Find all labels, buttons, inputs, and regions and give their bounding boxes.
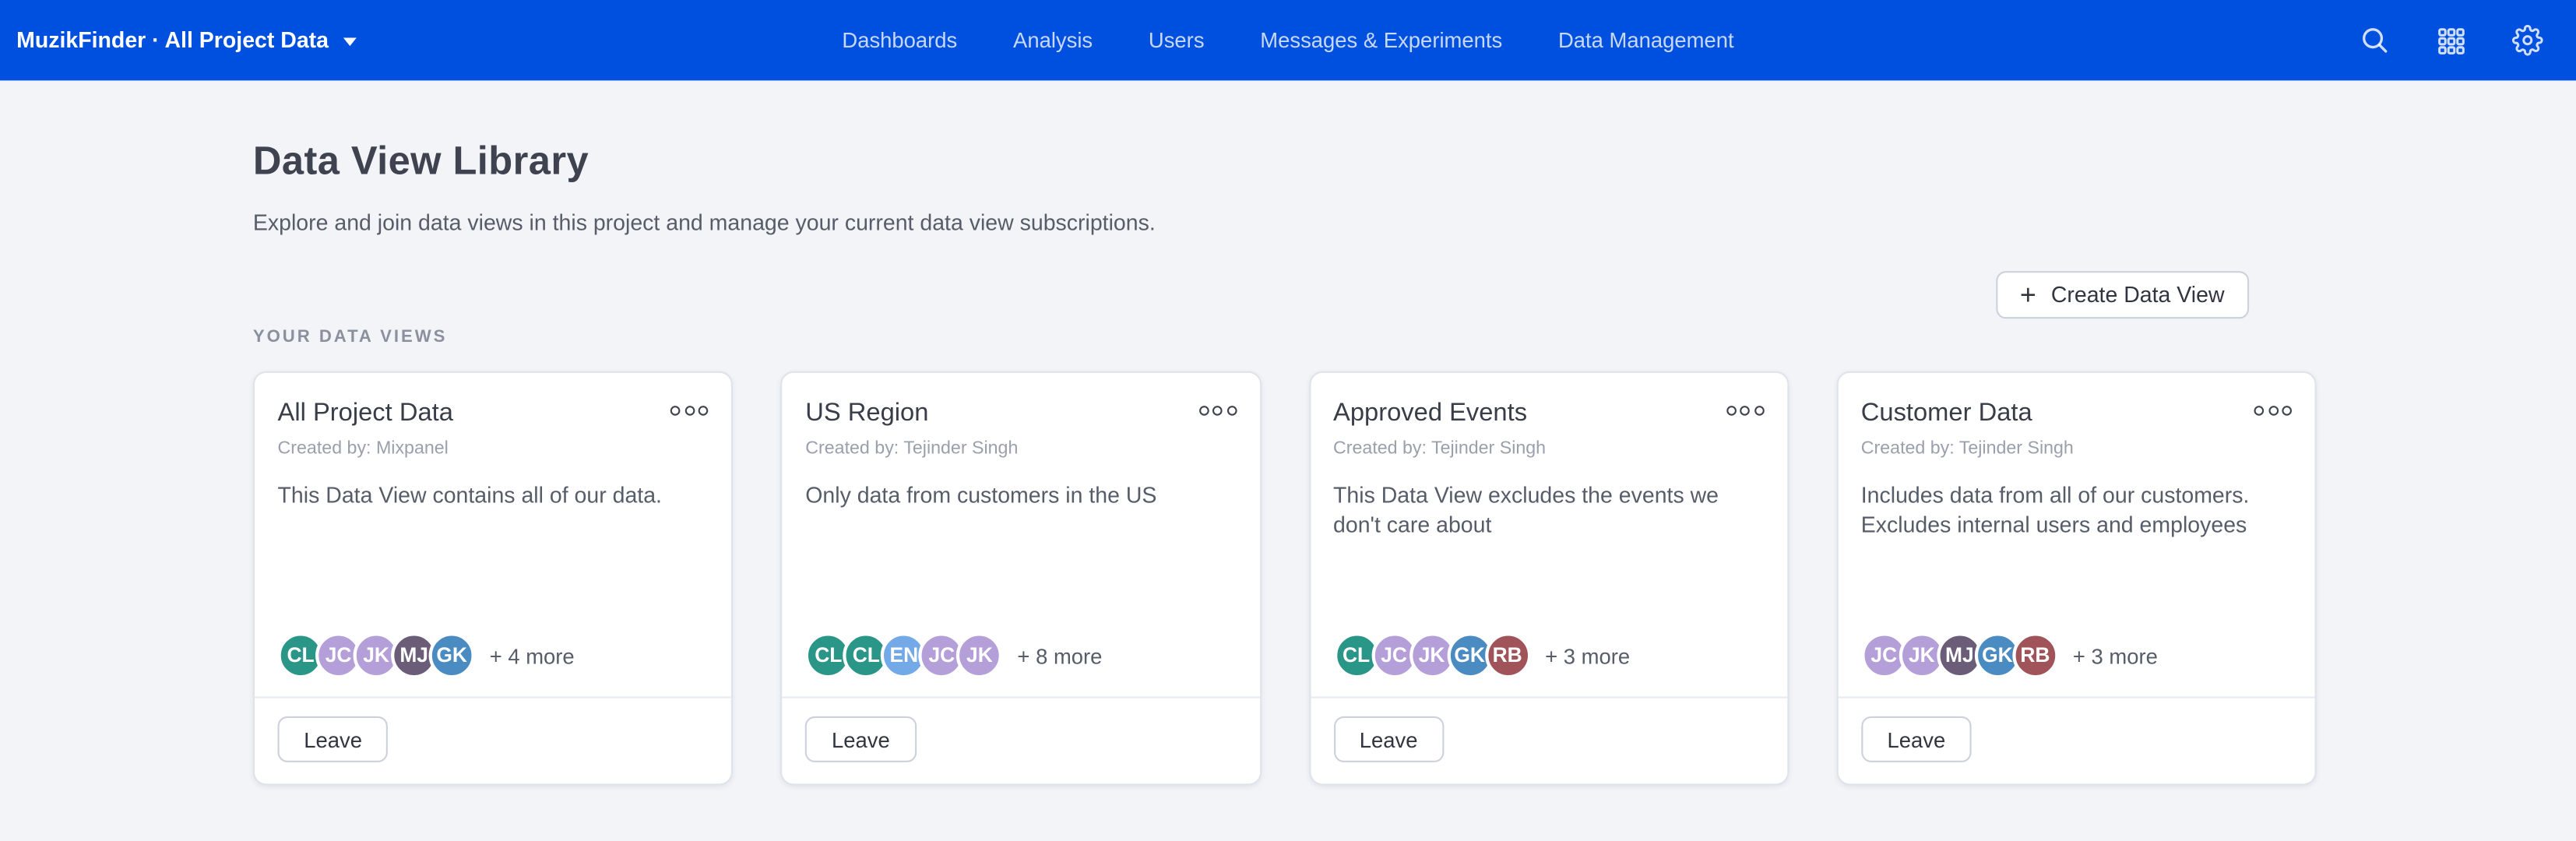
more-members-label: + 3 more <box>2073 643 2158 668</box>
more-members-label: + 8 more <box>1017 643 1102 668</box>
card-spacer <box>255 512 731 633</box>
menu-dot-icon <box>1198 406 1209 416</box>
data-view-card: Customer Data Created by: Tejinder Singh… <box>1836 371 2317 786</box>
card-spacer <box>1838 541 2314 632</box>
page-subtitle: Explore and join data views in this proj… <box>253 210 2317 235</box>
card-header: All Project Data <box>255 373 731 429</box>
create-data-view-button[interactable]: + Create Data View <box>1995 271 2249 318</box>
nav-item-dashboards[interactable]: Dashboards <box>842 28 957 53</box>
card-overflow-menu-icon[interactable] <box>2254 399 2293 423</box>
menu-dot-icon <box>2268 406 2278 416</box>
leave-button[interactable]: Leave <box>1861 716 1972 762</box>
card-footer: Leave <box>783 697 1259 784</box>
leave-button[interactable]: Leave <box>278 716 389 762</box>
top-navbar: MuzikFinder · All Project Data Dashboard… <box>0 0 2576 80</box>
apps-grid-icon[interactable] <box>2437 26 2466 55</box>
project-selector[interactable]: MuzikFinder · All Project Data <box>16 28 357 53</box>
card-title: All Project Data <box>278 399 453 429</box>
data-view-cards: All Project Data Created by: Mixpanel Th… <box>253 371 2317 786</box>
member-avatar-row: CL CL EN JC JK + 8 more <box>783 632 1259 678</box>
menu-dot-icon <box>2282 406 2292 416</box>
app-root: MuzikFinder · All Project Data Dashboard… <box>0 0 2576 841</box>
card-title: Customer Data <box>1861 399 2032 429</box>
data-view-card: Approved Events Created by: Tejinder Sin… <box>1308 371 1789 786</box>
leave-button[interactable]: Leave <box>1333 716 1444 762</box>
create-data-view-label: Create Data View <box>2051 283 2225 308</box>
settings-gear-icon[interactable] <box>2512 25 2543 56</box>
card-description: This Data View contains all of our data. <box>255 459 731 512</box>
menu-dot-icon <box>684 406 695 416</box>
card-overflow-menu-icon[interactable] <box>1198 399 1237 423</box>
card-footer: Leave <box>1310 697 1786 784</box>
card-description: This Data View excludes the events we do… <box>1310 459 1786 541</box>
primary-nav: Dashboards Analysis Users Messages & Exp… <box>842 28 1733 53</box>
menu-dot-icon <box>1212 406 1223 416</box>
card-title: Approved Events <box>1333 399 1527 429</box>
card-header: US Region <box>783 373 1259 429</box>
member-avatar-row: CL JC JK GK RB + 3 more <box>1310 632 1786 678</box>
card-footer: Leave <box>1838 697 2314 784</box>
leave-button[interactable]: Leave <box>805 716 916 762</box>
card-header: Approved Events <box>1310 373 1786 429</box>
card-overflow-menu-icon[interactable] <box>1726 399 1765 423</box>
nav-item-users[interactable]: Users <box>1149 28 1205 53</box>
data-view-card: All Project Data Created by: Mixpanel Th… <box>253 371 734 786</box>
card-title: US Region <box>805 399 928 429</box>
more-members-label: + 3 more <box>1545 643 1630 668</box>
card-overflow-menu-icon[interactable] <box>670 399 709 423</box>
card-created-by: Created by: Tejinder Singh <box>1838 429 2314 459</box>
page-title: Data View Library <box>253 139 2317 185</box>
avatar: JK <box>956 632 1002 678</box>
plus-icon: + <box>2020 280 2036 308</box>
data-view-card: US Region Created by: Tejinder Singh Onl… <box>781 371 1262 786</box>
menu-dot-icon <box>670 406 681 416</box>
member-avatar-row: JC JK MJ GK RB + 3 more <box>1838 632 2314 678</box>
card-description: Includes data from all of our customers.… <box>1838 459 2314 541</box>
page-content: Data View Library Explore and join data … <box>0 139 2576 785</box>
topbar-actions <box>2360 25 2543 56</box>
card-created-by: Created by: Tejinder Singh <box>1310 429 1786 459</box>
nav-item-analysis[interactable]: Analysis <box>1013 28 1093 53</box>
section-label-your-data-views: YOUR DATA VIEWS <box>253 327 2317 347</box>
more-members-label: + 4 more <box>490 643 575 668</box>
card-header: Customer Data <box>1838 373 2314 429</box>
card-description: Only data from customers in the US <box>783 459 1259 512</box>
search-icon[interactable] <box>2360 25 2391 56</box>
card-spacer <box>783 512 1259 633</box>
menu-dot-icon <box>1226 406 1237 416</box>
menu-dot-icon <box>1726 406 1737 416</box>
nav-item-data-management[interactable]: Data Management <box>1558 28 1734 53</box>
member-avatar-row: CL JC JK MJ GK + 4 more <box>255 632 731 678</box>
card-footer: Leave <box>255 697 731 784</box>
avatar: GK <box>429 632 475 678</box>
avatar: RB <box>2012 632 2058 678</box>
project-selector-label: MuzikFinder · All Project Data <box>16 28 329 53</box>
card-created-by: Created by: Tejinder Singh <box>783 429 1259 459</box>
card-created-by: Created by: Mixpanel <box>255 429 731 459</box>
nav-item-messages-experiments[interactable]: Messages & Experiments <box>1260 28 1502 53</box>
menu-dot-icon <box>1754 406 1765 416</box>
menu-dot-icon <box>2254 406 2265 416</box>
avatar: RB <box>1484 632 1530 678</box>
card-spacer <box>1310 541 1786 632</box>
chevron-down-icon <box>343 38 357 47</box>
menu-dot-icon <box>1740 406 1751 416</box>
menu-dot-icon <box>699 406 709 416</box>
